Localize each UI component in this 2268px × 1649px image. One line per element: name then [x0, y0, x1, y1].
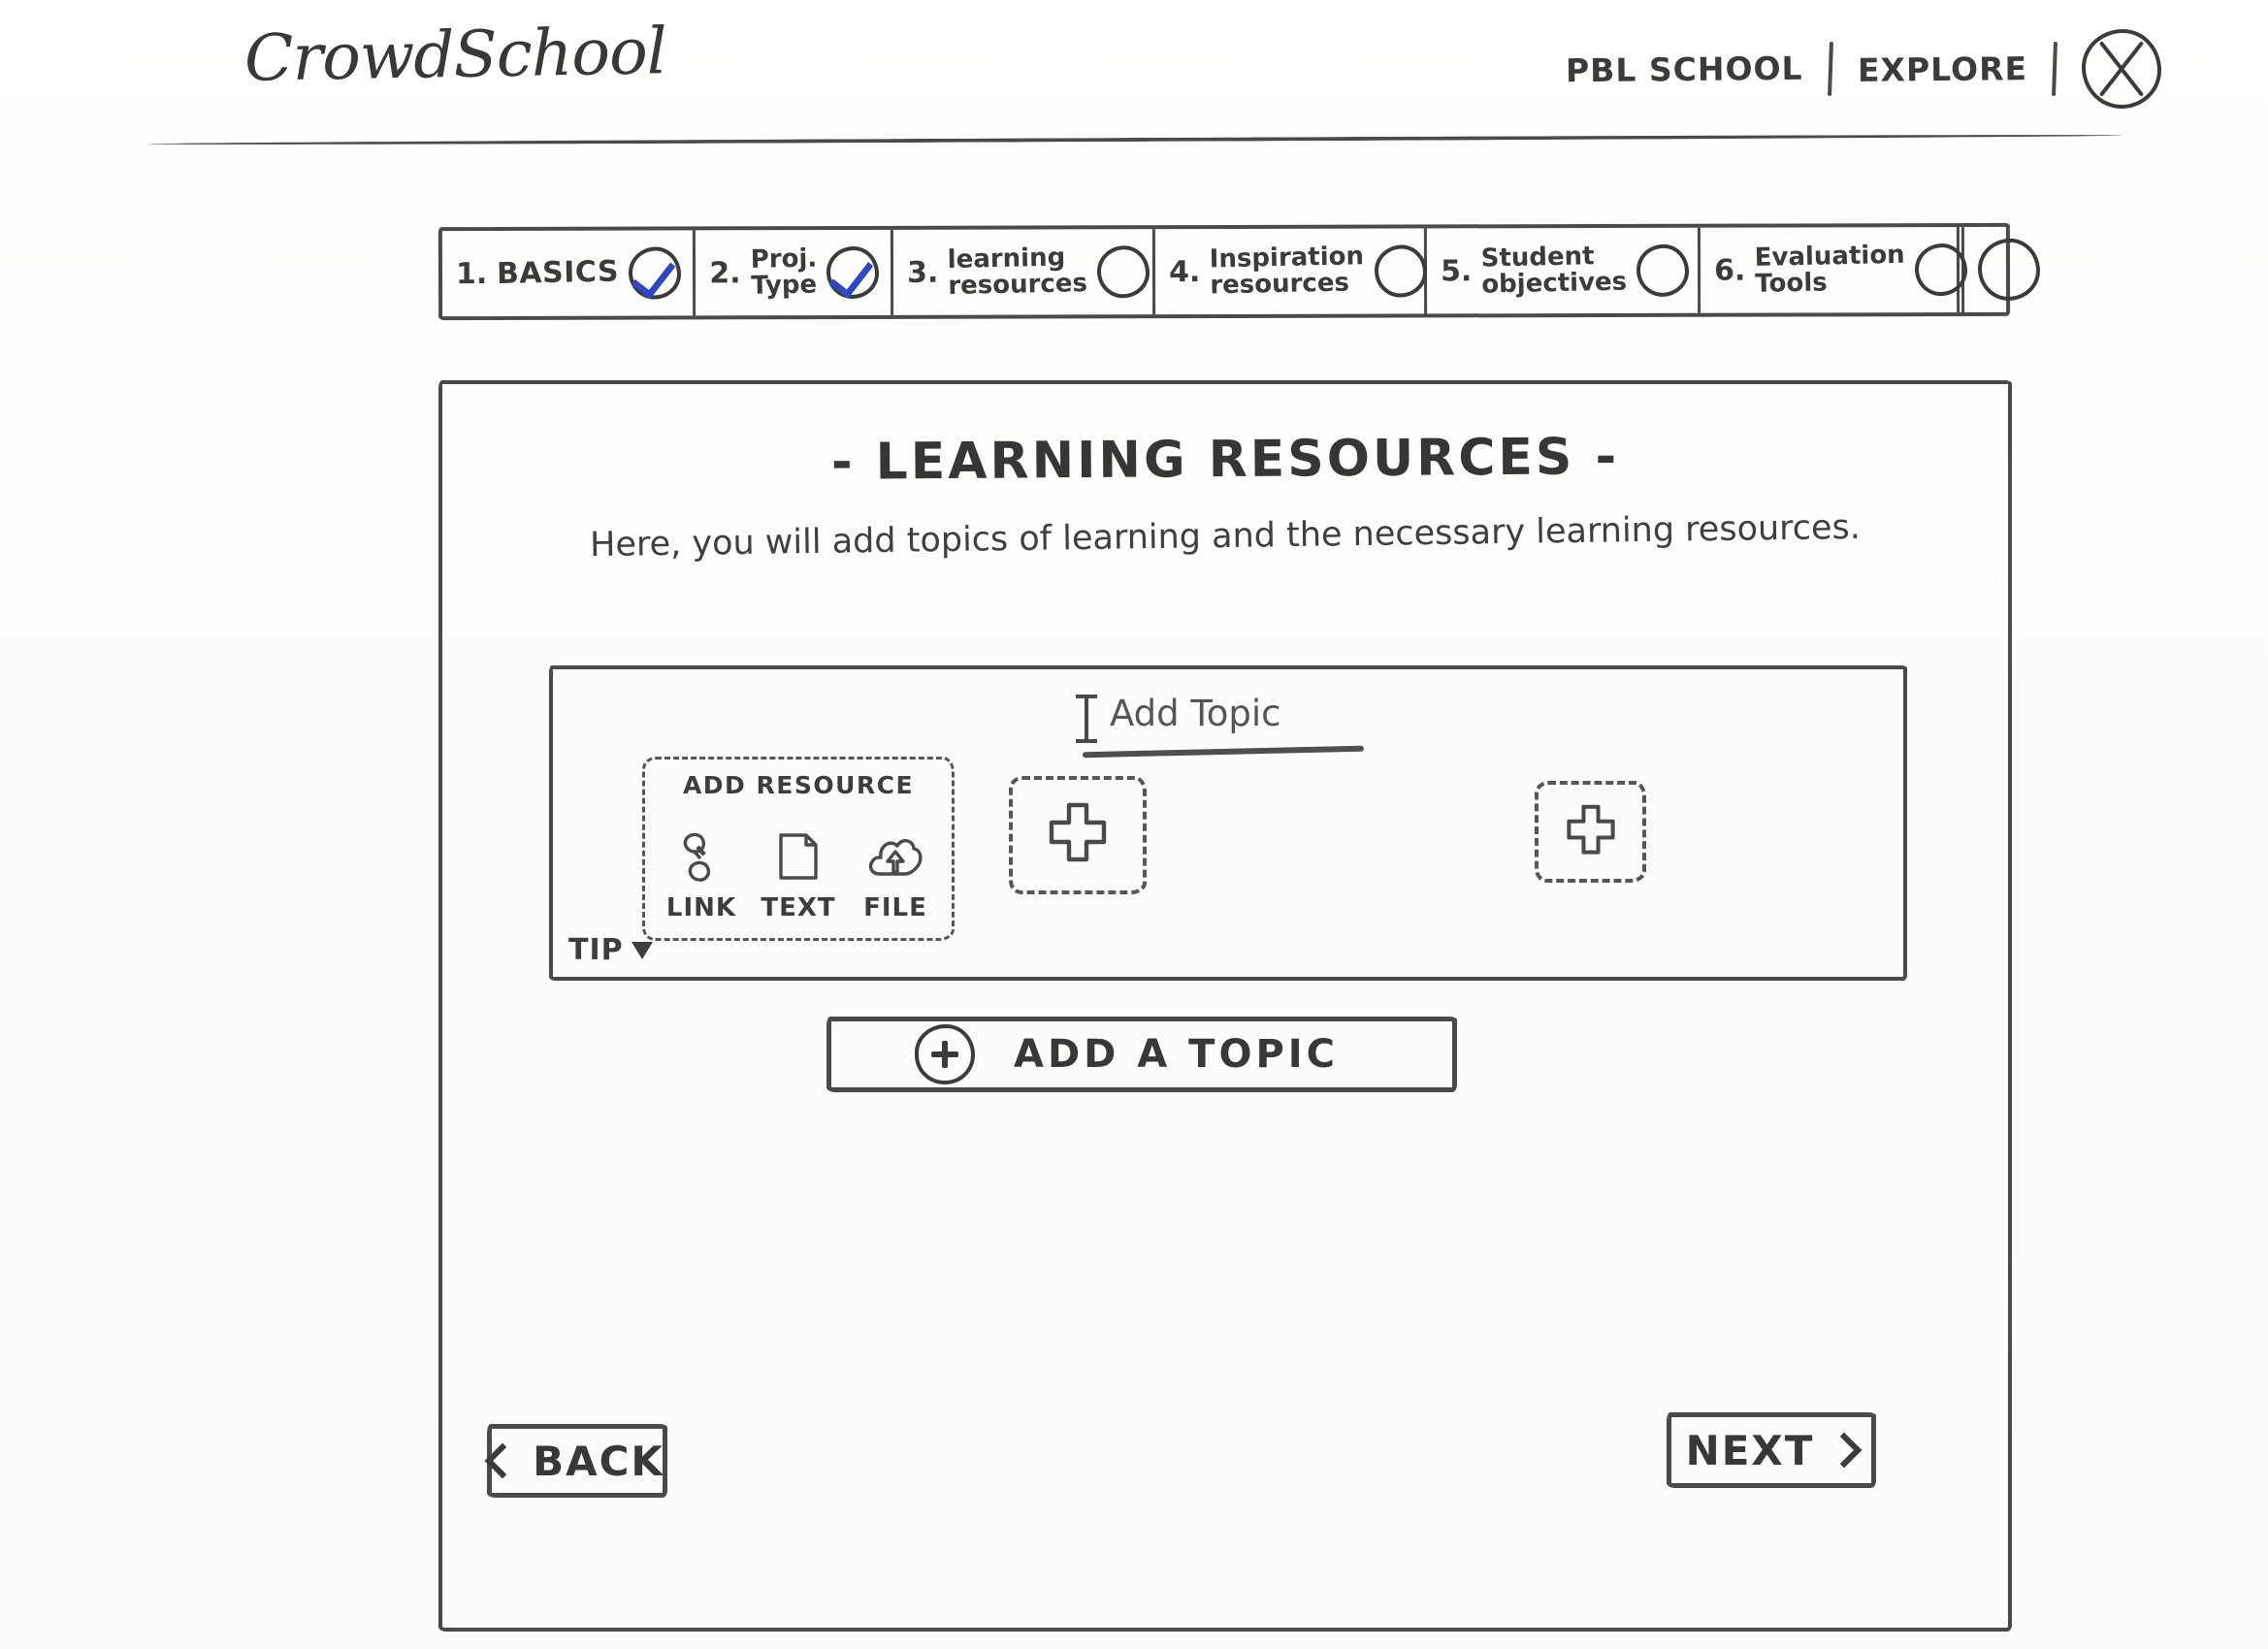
add-topic-input-value: Add Topic — [1110, 693, 1281, 734]
circle-icon — [1978, 238, 2041, 301]
step-number: 2. — [709, 255, 741, 290]
circle-icon — [1374, 244, 1427, 298]
next-button-label: NEXT — [1685, 1426, 1815, 1474]
tip-toggle[interactable]: TIP — [568, 933, 653, 967]
step-item-inspiration-resources[interactable]: 4. Inspiration resources — [1155, 228, 1428, 315]
add-a-topic-button[interactable]: ADD A TOPIC — [826, 1017, 1457, 1092]
add-resource-slot-2[interactable] — [1535, 781, 1646, 883]
header-divider — [147, 133, 2122, 146]
circle-plus-icon — [915, 1024, 975, 1084]
back-button-label: BACK — [533, 1437, 664, 1485]
header-nav: PBL SCHOOL EXPLORE — [1566, 29, 2161, 109]
step-label: learning resources — [947, 243, 1088, 301]
resource-option-text[interactable]: TEXT — [754, 829, 843, 922]
step-item-basics[interactable]: 1. BASICS — [441, 230, 697, 317]
topic-card: Add Topic ADD RESOURCE LINK TEXT FILE TI… — [549, 665, 1907, 981]
circle-icon — [1636, 243, 1690, 297]
plus-icon — [1042, 797, 1114, 873]
cloud-upload-icon — [864, 829, 926, 886]
circle-x-icon[interactable] — [2082, 29, 2161, 109]
step-number: 6. — [1714, 253, 1746, 288]
link-chain-icon — [674, 829, 729, 886]
tip-label: TIP — [568, 933, 624, 967]
app-logo[interactable]: CrowdSchool — [243, 14, 666, 96]
resource-option-label: TEXT — [761, 893, 836, 922]
add-resource-options: LINK TEXT FILE — [653, 829, 944, 922]
resource-option-label: FILE — [863, 893, 927, 922]
content-panel: - LEARNING RESOURCES - Here, you will ad… — [438, 380, 2012, 1632]
input-underline — [1082, 745, 1365, 759]
app-header: CrowdSchool PBL SCHOOL EXPLORE — [0, 0, 2268, 146]
step-item-final[interactable] — [1964, 227, 2052, 312]
step-item-project-type[interactable]: 2. Proj. Type — [696, 229, 894, 316]
page-subtitle: Here, you will add topics of learning an… — [589, 507, 1862, 566]
step-number: 4. — [1169, 254, 1201, 289]
text-cursor-icon — [1076, 695, 1097, 743]
step-item-learning-resources[interactable]: 3. learning resources — [893, 229, 1156, 315]
check-icon — [826, 245, 880, 300]
chevron-left-icon — [484, 1442, 521, 1479]
resource-option-file[interactable]: FILE — [851, 829, 940, 922]
step-label: Proj. Type — [750, 243, 818, 301]
chevron-right-icon — [1827, 1432, 1863, 1469]
step-number: 1. — [455, 256, 488, 291]
step-label: Inspiration resources — [1209, 242, 1365, 301]
nav-link-pbl-school[interactable]: PBL SCHOOL — [1566, 48, 1803, 89]
nav-separator — [2052, 41, 2057, 97]
next-button[interactable]: NEXT — [1667, 1412, 1876, 1488]
step-item-evaluation-tools[interactable]: 6. Evaluation Tools — [1701, 227, 1968, 313]
add-resource-panel[interactable]: ADD RESOURCE LINK TEXT FILE — [642, 757, 955, 941]
nav-separator — [1827, 41, 1833, 97]
add-resource-title: ADD RESOURCE — [682, 771, 915, 799]
circle-icon — [1097, 245, 1150, 299]
step-label: Evaluation Tools — [1754, 241, 1906, 299]
plus-icon — [1561, 800, 1621, 864]
document-icon — [774, 829, 823, 886]
circle-icon — [1915, 242, 1968, 297]
nav-link-explore[interactable]: EXPLORE — [1858, 49, 2027, 89]
resource-option-label: LINK — [665, 893, 737, 922]
add-a-topic-button-label: ADD A TOPIC — [1014, 1032, 1340, 1077]
check-icon — [629, 246, 682, 300]
wizard-step-bar: 1. BASICS 2. Proj. Type 3. learning reso… — [437, 222, 2041, 321]
chevron-down-icon — [631, 941, 653, 959]
add-resource-slot-1[interactable] — [1009, 776, 1147, 894]
page-title: - LEARNING RESOURCES - — [830, 428, 1620, 492]
resource-option-link[interactable]: LINK — [657, 829, 746, 922]
step-number: 3. — [907, 255, 939, 290]
step-number: 5. — [1441, 253, 1473, 288]
step-label: Student objectives — [1480, 242, 1628, 300]
step-item-student-objectives[interactable]: 5. Student objectives — [1427, 227, 1701, 314]
step-label: BASICS — [496, 254, 620, 291]
back-button[interactable]: BACK — [484, 1424, 667, 1498]
